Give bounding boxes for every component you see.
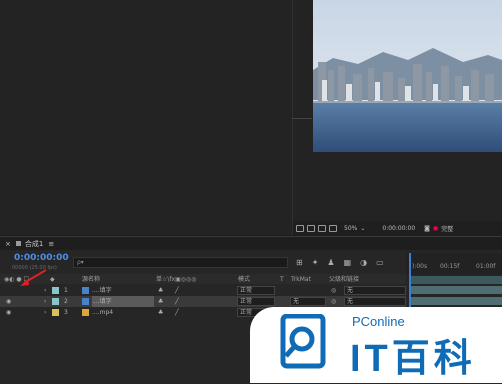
panel-divider-tick bbox=[292, 118, 312, 119]
tab-composition[interactable]: 合成1 bbox=[25, 239, 43, 249]
switches-header[interactable]: 单☆\fx▣◎◎◎ bbox=[156, 274, 196, 285]
mode-select[interactable]: 正常 bbox=[237, 297, 275, 306]
visibility-eye-icon[interactable]: ◉ bbox=[6, 296, 11, 307]
color-channel-icon[interactable]: ● bbox=[433, 225, 438, 232]
ruler-label: 01:00f bbox=[476, 263, 496, 270]
draft-3d-icon[interactable]: ✦ bbox=[312, 258, 319, 267]
shy-switch-icon[interactable]: ♣ bbox=[158, 296, 163, 307]
viewer-toolbar: 50% ⌄ 0:00:00:00 ◙ ● 完整 bbox=[293, 221, 502, 235]
tab-menu-icon[interactable]: ≡ bbox=[48, 240, 54, 248]
work-area-bar[interactable] bbox=[410, 276, 502, 284]
timeline-tab-bar: × 合成1 ≡ bbox=[0, 237, 502, 250]
preview-image bbox=[313, 0, 502, 152]
graph-editor-icon[interactable]: ▭ bbox=[376, 258, 384, 267]
annotation-arrow-icon bbox=[18, 268, 48, 290]
shy-switch-icon[interactable]: ♣ bbox=[158, 307, 163, 318]
timeline-tools: ⊞ ✦ ♟ ▦ ◑ ▭ bbox=[296, 258, 384, 267]
current-time-display[interactable]: 0:00:00:00 bbox=[14, 253, 69, 263]
layer-row[interactable]: › 1 ....填字 ♣ ╱ 正常 ◎ 无 bbox=[0, 285, 406, 296]
layer-number: 2 bbox=[64, 298, 68, 305]
motion-blur-icon[interactable]: ◑ bbox=[360, 258, 367, 267]
label-color[interactable] bbox=[52, 287, 59, 294]
file-icon bbox=[82, 287, 89, 294]
resolution-select[interactable]: 完整 bbox=[441, 224, 453, 233]
trkmat-select[interactable]: 无 bbox=[290, 297, 326, 306]
expand-arrow-icon[interactable]: › bbox=[44, 307, 46, 318]
layer-row[interactable]: ◉ › 2 ....填字 ♣ ╱ 正常 无 ◎ 无 bbox=[0, 296, 406, 307]
parent-header[interactable]: 父级和链接 bbox=[329, 274, 359, 285]
parent-select[interactable]: 无 bbox=[344, 286, 406, 295]
ruler-label: ):00s bbox=[412, 263, 428, 270]
time-ruler[interactable]: ):00s 00:15f 01:00f bbox=[406, 253, 502, 275]
parent-select[interactable]: 无 bbox=[344, 297, 406, 306]
always-preview-icon[interactable] bbox=[296, 224, 304, 232]
project-panel bbox=[0, 0, 292, 235]
mode-select[interactable]: 正常 bbox=[237, 286, 275, 295]
quality-switch-icon[interactable]: ╱ bbox=[175, 307, 179, 318]
mask-visibility-icon[interactable] bbox=[318, 224, 326, 232]
trkmat-header[interactable]: TrkMat bbox=[291, 274, 311, 285]
layer-name[interactable]: ....mp4 bbox=[92, 307, 113, 318]
timecode-display[interactable]: 0:00:00:00 bbox=[382, 225, 415, 232]
footage-icon bbox=[82, 309, 89, 316]
layer-duration-bar[interactable] bbox=[410, 286, 502, 294]
chevron-down-icon[interactable]: ⌄ bbox=[360, 225, 365, 232]
close-icon[interactable]: × bbox=[5, 240, 11, 248]
shy-icon[interactable]: ♟ bbox=[327, 258, 334, 267]
quality-switch-icon[interactable]: ╱ bbox=[175, 285, 179, 296]
layer-name[interactable]: ....填字 bbox=[92, 285, 112, 296]
mode-header[interactable]: 模式 bbox=[238, 274, 250, 285]
layer-duration-bar[interactable] bbox=[410, 297, 502, 305]
t-header: T bbox=[280, 276, 284, 283]
label-header-icon: ◆ bbox=[50, 276, 55, 283]
layer-number: 3 bbox=[64, 309, 68, 316]
label-color[interactable] bbox=[52, 298, 59, 305]
parent-pick-whip-icon[interactable]: ◎ bbox=[331, 296, 336, 307]
visibility-eye-icon[interactable]: ◉ bbox=[6, 307, 11, 318]
grid-icon[interactable] bbox=[307, 224, 315, 232]
layer-search-input[interactable]: ρ▾ bbox=[73, 257, 288, 268]
label-color[interactable] bbox=[52, 309, 59, 316]
file-icon bbox=[82, 298, 89, 305]
ruler-label: 00:15f bbox=[440, 263, 460, 270]
magnifier-logo-icon bbox=[280, 313, 330, 370]
layer-header-row: ◉◐ ● ☐ ◆ 源名称 单☆\fx▣◎◎◎ 模式 T TrkMat 父级和链接 bbox=[0, 274, 406, 284]
frame-blending-icon[interactable]: ▦ bbox=[344, 258, 352, 267]
watermark-title: IT百科 bbox=[350, 338, 476, 380]
parent-pick-whip-icon[interactable]: ◎ bbox=[331, 285, 336, 296]
quality-switch-icon[interactable]: ╱ bbox=[175, 296, 179, 307]
expand-arrow-icon[interactable]: › bbox=[44, 296, 46, 307]
source-name-header[interactable]: 源名称 bbox=[82, 274, 100, 285]
zoom-select[interactable]: 50% bbox=[344, 225, 357, 232]
comp-mini-flowchart-icon[interactable]: ⊞ bbox=[296, 258, 303, 267]
shy-switch-icon[interactable]: ♣ bbox=[158, 285, 163, 296]
region-icon[interactable] bbox=[329, 224, 337, 232]
layer-number: 1 bbox=[64, 287, 68, 294]
layer-name[interactable]: ....填字 bbox=[92, 296, 154, 307]
camera-icon[interactable]: ◙ bbox=[424, 225, 430, 232]
comp-color-icon bbox=[15, 241, 21, 246]
